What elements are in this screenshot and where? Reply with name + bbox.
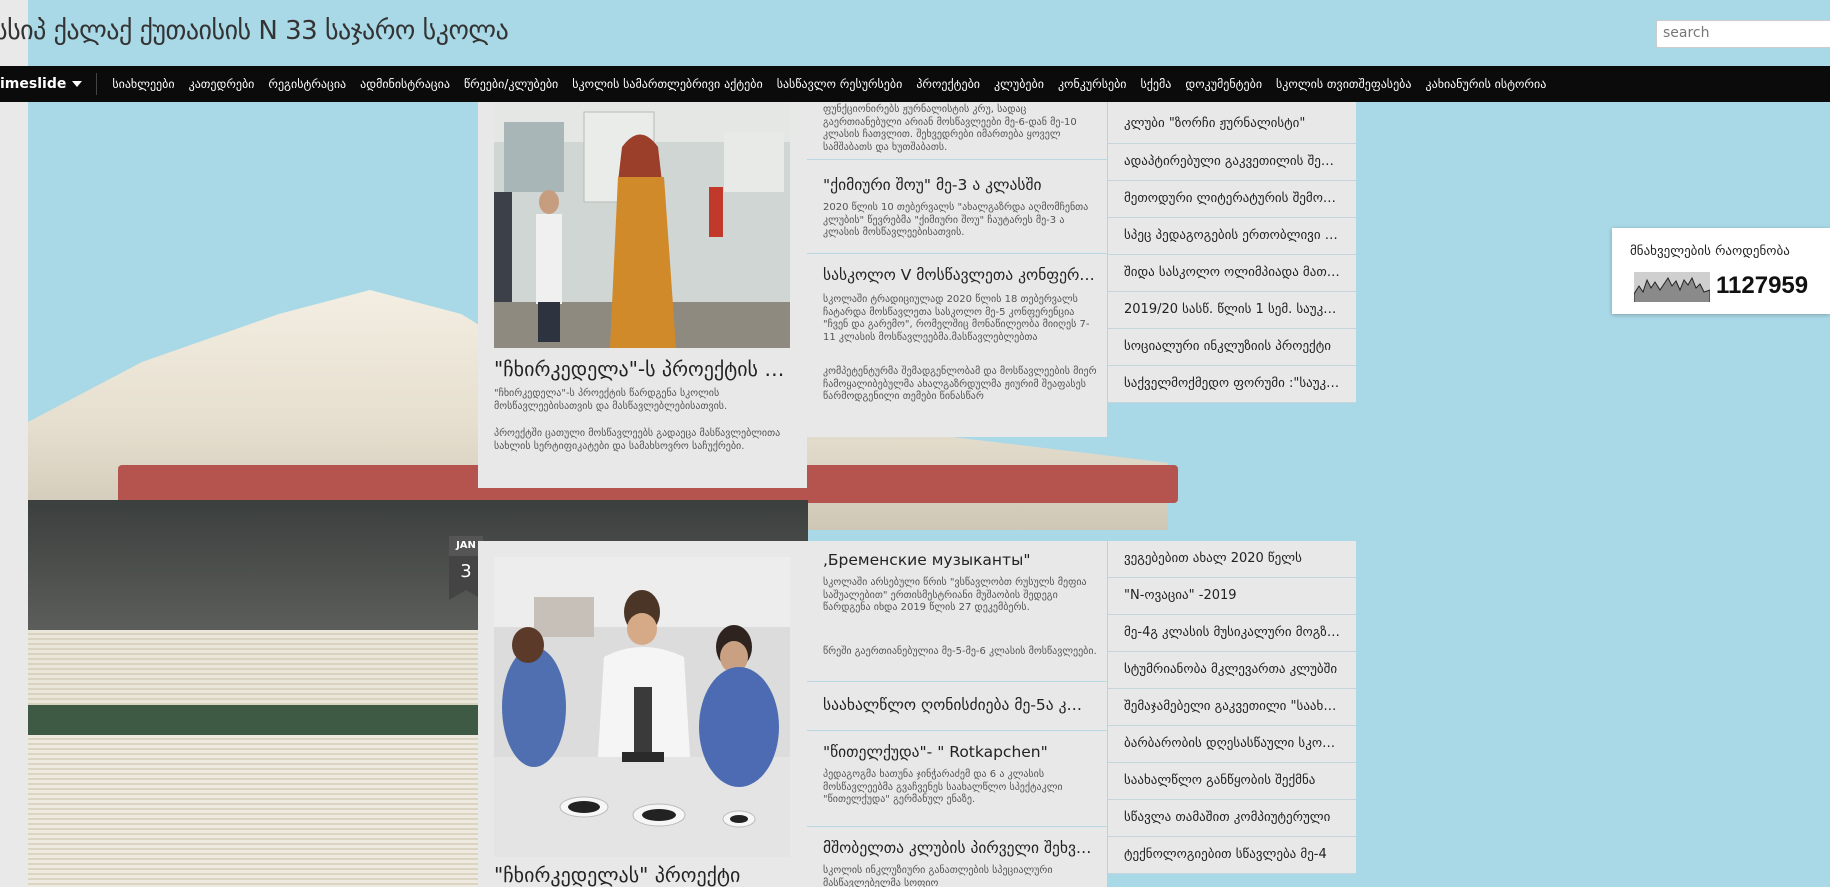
post-excerpt: პროექტში ცათული მოსწავლეებს გადაეცა მასწ… [494,428,781,452]
post-excerpt: წრეში გაერთიანებულია მე-5-მე-6 კლასის მო… [823,646,1097,657]
post-link[interactable]: სპეც პედაგოგების ერთობლივი შეხვედრა [1108,218,1356,255]
nav-item[interactable]: დოკუმენტები [1178,77,1269,91]
nav-item[interactable]: სიახლეები [105,77,181,91]
post-excerpt: "ჩხირკედელა"-ს პროექტის წარდგენა სკოლის … [494,388,728,412]
post-link[interactable]: სწავლა თამაშით კომპიუტერული [1108,800,1356,837]
post-link[interactable]: სოციალური ინკლუზიის პროექტი [1108,329,1356,366]
search-input[interactable]: search [1656,20,1830,48]
post-excerpt: კომპეტენტურმა შემადგენლობამ და მოსწავლეე… [823,366,1097,402]
site-title[interactable]: სსიპ ქალაქ ქუთაისის N 33 საჯარო სკოლა [0,16,509,46]
post-titles-column: ვეგებებით ახალ 2020 წელს "N-ოვაცია" -201… [1108,541,1356,874]
post-link[interactable]: ვეგებებით ახალ 2020 წელს [1108,541,1356,578]
nav-item[interactable]: სკოლის სამართლებრივი აქტები [565,77,769,91]
post-excerpt: ფუნქციონირებს ჟურნალისტის კრუ, სადაც გაე… [823,104,1077,153]
post-card-feature[interactable]: "ჩხირკედელას" პროექტი [478,541,807,887]
nav-item[interactable]: კახიანურის ისტორია [1418,77,1553,91]
nav-item[interactable]: პროექტები [909,77,987,91]
post-excerpt: პედაგოგმა ხათუნა ჯინჭარაძემ და 6 ა კლასი… [823,769,1063,805]
post-excerpt: სკოლაში ტრადიციულად 2020 წლის 18 თებერვა… [823,294,1090,343]
nav-item[interactable]: კონკურსები [1051,77,1134,91]
nav-item[interactable]: სკოლის თვითშეფასება [1269,77,1418,91]
chevron-down-icon [72,81,83,87]
book-green-spine [28,705,528,735]
post-title[interactable]: სასკოლო V მოსწავლეთა კონფერენცია [823,266,1098,284]
nav-bar: imeslide სიახლეები კათედრები რეგისტრაცია… [0,66,1830,102]
post-title[interactable]: "წითელქუდა"- " Rotkapchen" [823,743,1098,761]
post-link[interactable]: საახალწლო განწყობის შექმნა [1108,763,1356,800]
nav-item[interactable]: სქემა [1134,77,1179,91]
post-link[interactable]: მე-4გ კლასის მუსიკალური მოგზაურობა [1108,615,1356,652]
post-link[interactable]: ადაპტირებული გაკვეთილის შეხვედრა [1108,144,1356,181]
nav-item[interactable]: კლუბები [987,77,1051,91]
post-link[interactable]: კლუბი "ზორჩი ჟურნალისტი" [1108,102,1356,144]
post-list-item[interactable]: ,Бременские музыканты" სკოლაში არსებული … [807,541,1107,682]
post-list-item[interactable]: "ქიმიური შოუ" მე-3 ა კლასში 2020 წლის 10… [807,160,1107,254]
nav-item[interactable]: წრეები/კლუბები [457,77,565,91]
post-list-item[interactable]: მშობელთა კლუბის პირველი შეხვედრა სკოლის … [807,827,1107,887]
nav-item[interactable]: რეგისტრაცია [261,77,353,91]
post-link[interactable]: "N-ოვაცია" -2019 [1108,578,1356,615]
post-photo[interactable] [494,102,790,348]
visitor-counter-widget: მნახველების რაოდენობა 1127959 [1612,228,1830,314]
view-switcher-label: imeslide [0,76,67,92]
post-titles-column: კლუბი "ზორჩი ჟურნალისტი" ადაპტირებული გა… [1108,102,1356,403]
book-stack-pages-lower [28,735,528,887]
post-title[interactable]: მშობელთა კლუბის პირველი შეხვედრა [823,839,1098,857]
post-list-item[interactable]: სასკოლო V მოსწავლეთა კონფერენცია სკოლაში… [807,254,1107,437]
post-excerpt: 2020 წლის 10 თებერვალს "ახალგაზრდა აღმომ… [823,202,1089,238]
post-link[interactable]: ბარბარობის დღესასწაული სკოლაში [1108,726,1356,763]
nav-item[interactable]: სასწავლო რესურსები [770,77,910,91]
post-list-item[interactable]: "წითელქუდა"- " Rotkapchen" პედაგოგმა ხათ… [807,731,1107,827]
microscope-photo [494,557,790,857]
post-link[interactable]: სტუმრიანობა მკლევართა კლუბში [1108,652,1356,689]
post-link[interactable]: 2019/20 სასწ. წლის 1 სემ. საუკეთესოები [1108,292,1356,329]
post-card-feature[interactable]: "ჩხირკედელა"-ს პროექტის წარდგენა "ჩხირკე… [478,102,807,488]
post-link[interactable]: ტექნოლოგიებით სწავლება მე-4 [1108,837,1356,874]
nav-item[interactable]: ადმინისტრაცია [353,77,457,91]
post-link[interactable]: საქველმოქმედო ფორუმი :"საუკეთესო" [1108,366,1356,403]
post-title[interactable]: "ჩხირკედელა"-ს პროექტის წარდგენა [494,357,794,381]
post-link[interactable]: შიდა სასკოლო ოლიმპიადა მათემატიკაში [1108,255,1356,292]
post-title[interactable]: "ჩხირკედელას" პროექტი [494,863,794,887]
classroom-photo [494,102,790,348]
post-title[interactable]: საახალწლო ღონისძიება მე-5ა კლასში [823,696,1098,714]
post-link[interactable]: შემაჯამებელი გაკვეთილი "საახალწლო" [1108,689,1356,726]
sparkline-graph [1633,272,1711,302]
post-link[interactable]: მეთოდური ლიტერატურის შემოწირულობა [1108,181,1356,218]
view-switcher-dropdown[interactable]: imeslide [0,73,98,95]
post-list-column: ,Бременские музыканты" სკოლაში არსებული … [807,541,1107,887]
post-excerpt: სკოლის ინკლუზიური განათლების სპეციალური … [823,865,1053,887]
post-title[interactable]: "ქიმიური შოუ" მე-3 ა კლასში [823,176,1098,194]
nav-item[interactable]: კათედრები [182,77,262,91]
post-title[interactable]: ,Бременские музыканты" [823,551,1098,569]
post-list-column: ფუნქციონირებს ჟურნალისტის კრუ, სადაც გაე… [807,102,1107,437]
sparkline-icon [1633,272,1711,302]
post-excerpt: სკოლაში არსებული წრის "ვსწავლობთ რუსულს … [823,577,1087,613]
nav-menu: სიახლეები კათედრები რეგისტრაცია ადმინისტ… [105,77,1553,91]
post-list-item[interactable]: საახალწლო ღონისძიება მე-5ა კლასში [807,682,1107,731]
visitor-count: 1127959 [1716,272,1809,299]
post-list-item[interactable]: ფუნქციონირებს ჟურნალისტის კრუ, სადაც გაე… [807,102,1107,160]
page-left-gutter [0,0,28,887]
counter-label: მნახველების რაოდენობა [1630,244,1790,259]
post-photo[interactable] [494,557,790,857]
